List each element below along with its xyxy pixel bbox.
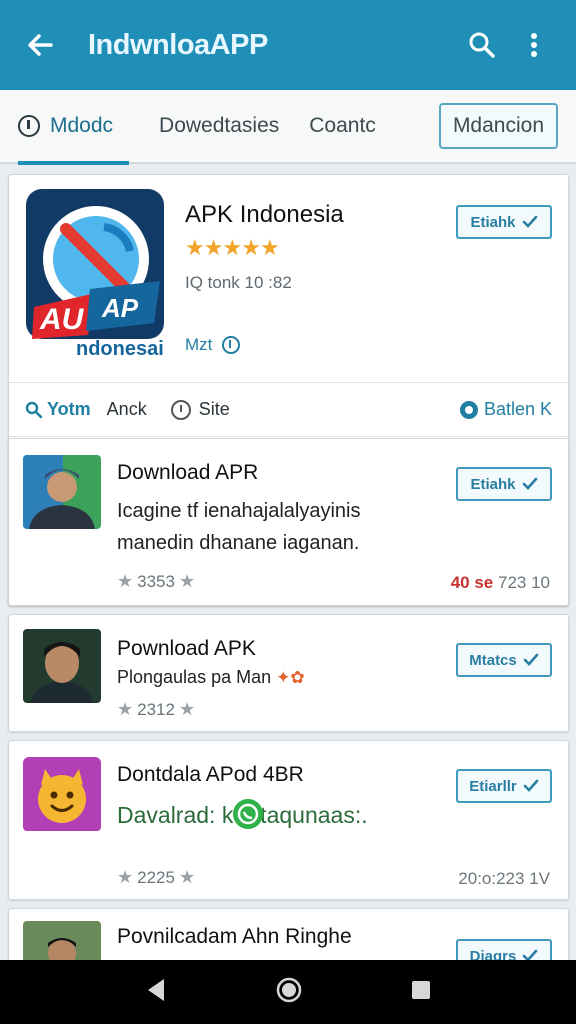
item-title: Povnilcadam Ahn Ringhe (117, 925, 352, 948)
star-icon: ★ (178, 571, 196, 591)
app-logo: AU AP ndonesai (26, 189, 164, 361)
item-stat-red: 40 se (450, 573, 494, 592)
info-circle-icon (18, 115, 40, 137)
star-icon: ★ (222, 235, 243, 260)
right-link[interactable]: Batlen K (459, 399, 552, 420)
item-title: Dontdala APod 4BR (117, 763, 304, 786)
star-icon: ★ (117, 571, 134, 591)
app-thumbnail (23, 455, 101, 529)
nav-home-icon[interactable] (275, 976, 303, 1009)
star-icon: ★ (241, 235, 261, 260)
tab-mdodc[interactable]: Mdodc (18, 89, 130, 165)
target-icon (459, 400, 478, 419)
app-thumbnail (23, 757, 101, 831)
item-description: Davalrad: k Aftaqunaas:. (117, 799, 447, 831)
check-icon (522, 215, 537, 228)
row-middle-text: Anck (106, 399, 147, 419)
list-item[interactable]: Download APR Icagine tf ienahajalalyayin… (8, 438, 569, 606)
nav-back-icon[interactable] (144, 977, 168, 1008)
tab-label: Mdodc (50, 114, 114, 137)
install-label: Etiarllr (469, 777, 517, 795)
right-link-label: Batlen K (483, 399, 552, 419)
featured-app-sub-label: Mzt (185, 335, 213, 354)
tab-mdancion[interactable]: Mdancion (438, 103, 558, 149)
whatsapp-icon (231, 797, 265, 831)
star-icon: ★ (203, 235, 224, 260)
app-title: IndwnloaAPP (88, 28, 268, 61)
item-rating: ★ 2225 ★ (117, 867, 199, 888)
featured-app-sub[interactable]: Mzt (185, 335, 241, 355)
star-icon: ★ (117, 699, 134, 719)
svg-text:AU: AU (39, 303, 85, 336)
nav-recents-icon[interactable] (410, 979, 432, 1006)
star-icon: ★ (185, 235, 205, 260)
rating-count: 3353 (137, 571, 175, 591)
app-bar: IndwnloaAPP (0, 0, 576, 90)
clock-icon (170, 399, 191, 420)
item-description: Icagine tf ienahajalalyayinis manedin dh… (117, 500, 361, 554)
item-title: Download APR (117, 461, 259, 484)
item-stats: 40 se 723 10 (451, 573, 550, 593)
featured-app-meta: IQ tonk 10 :82 (185, 273, 292, 292)
info-circle-icon (222, 336, 241, 354)
featured-app-header: AU AP ndonesai APK Indonesia ★ ★ ★ ★ ★ IQ to… (9, 175, 568, 383)
item-stat-gray: 723 10 (498, 573, 550, 592)
star-icon: ★ (259, 235, 280, 260)
tab-label: Dowedtasies (159, 114, 280, 137)
search-icon[interactable] (460, 23, 504, 67)
featured-app-name: APK Indonesia (185, 201, 344, 228)
install-button[interactable]: Etiahk (456, 205, 552, 239)
search-link-label: Yotm (47, 399, 91, 419)
tab-bar: Mdodc Dowedtasies Coantc Mdancion (0, 89, 576, 165)
install-button[interactable]: Etiahk (456, 467, 552, 501)
tab-label: Coantc (309, 114, 376, 137)
featured-app-actions: Yotm Anck Site Batlen K (9, 383, 568, 437)
check-icon (522, 477, 537, 490)
svg-text:ndonesai: ndonesai (76, 338, 164, 360)
item-description: Plongaulas pa Man ✦✿ (117, 661, 437, 694)
star-icon: ★ (178, 699, 196, 719)
sparkle-emoji-icon: ✦✿ (276, 668, 305, 687)
install-button[interactable]: Etiarllr (456, 769, 552, 803)
install-label: Etiahk (470, 475, 516, 493)
check-icon (523, 779, 539, 792)
star-rating: ★ ★ ★ ★ ★ (185, 235, 280, 260)
clock-label: Site (198, 399, 230, 419)
item-description-text: Plongaulas pa Man (117, 667, 272, 687)
star-icon: ★ (117, 867, 134, 887)
item-stats: 20:o:223 1V (458, 869, 550, 889)
check-icon (523, 653, 539, 666)
rating-count: 2312 (137, 699, 175, 719)
install-label: Mtatcs (469, 651, 517, 669)
tab-label: Mdancion (452, 114, 544, 137)
list-item[interactable]: Pownload APK Plongaulas pa Man ✦✿ ★ 2312… (8, 614, 569, 732)
item-rating: ★ 3353 ★ (117, 571, 199, 592)
search-link[interactable]: Yotm (25, 399, 91, 420)
list-item[interactable]: Dontdala APod 4BR Davalrad: k Aftaqunaas… (8, 740, 569, 900)
item-title: Pownload APK (117, 637, 256, 660)
tab-dowedtasies[interactable]: Dowedtasies (159, 89, 279, 163)
app-thumbnail (23, 629, 101, 703)
item-rating: ★ 2312 ★ (117, 699, 199, 720)
search-icon (25, 401, 43, 418)
back-arrow-icon[interactable] (20, 25, 60, 65)
install-button[interactable]: Mtatcs (456, 643, 552, 677)
install-label: Etiahk (470, 213, 516, 231)
tab-coantc[interactable]: Coantc (309, 89, 376, 163)
item-stat-gray: 20:o:223 1V (458, 869, 550, 888)
system-nav-bar (0, 960, 576, 1024)
rating-count: 2225 (137, 867, 175, 887)
svg-text:AP: AP (101, 293, 139, 323)
more-vert-icon[interactable] (512, 23, 556, 67)
star-icon: ★ (178, 867, 196, 887)
